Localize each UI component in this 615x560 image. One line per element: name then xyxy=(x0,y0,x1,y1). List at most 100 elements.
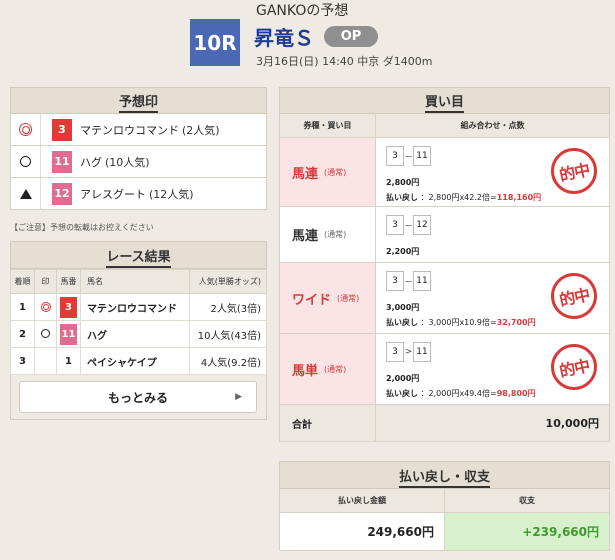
race-header: GANKOの予想 10R 昇竜Ｓ OP 3月16日(日) 14:40 中京 ダ1… xyxy=(0,0,615,80)
combo-first: 3 xyxy=(386,215,404,235)
bet-type: 馬連 xyxy=(292,229,319,244)
combo-first: 3 xyxy=(386,342,404,362)
total-label: 合計 xyxy=(280,405,376,441)
combo-second: 11 xyxy=(413,271,431,291)
horse-popularity: (10人気) xyxy=(105,155,150,169)
combo-separator: > xyxy=(404,347,413,357)
payout-calc: ：3,000円x10.9倍= xyxy=(420,318,497,327)
see-more-button[interactable]: もっとみる ▶ xyxy=(19,381,257,413)
marks-title: 予想印 xyxy=(118,91,159,113)
race-number-badge: 10R xyxy=(190,19,240,66)
payback-values: 249,660円 +239,660円 xyxy=(279,513,610,551)
bet-method: (通常) xyxy=(337,293,360,303)
horse-number-badge: 11 xyxy=(52,150,72,173)
horse-name: マテンロウコマンド xyxy=(80,123,179,137)
payback-title: 払い戻し・収支 xyxy=(398,466,491,488)
stake-amount: 2,200円 xyxy=(386,247,420,256)
panel-header: 払い戻し・収支 xyxy=(279,461,610,489)
combo-second: 12 xyxy=(413,215,431,235)
race-name: 昇竜Ｓ xyxy=(254,26,314,50)
col-bet-type: 券種・買い目 xyxy=(280,114,376,137)
bet-type: 馬単 xyxy=(292,363,319,379)
mark-row: 11 ハグ (10人気) xyxy=(10,146,267,178)
combo-first: 3 xyxy=(386,146,404,166)
payout-label: 払い戻し xyxy=(386,318,418,327)
bet-type: ワイド xyxy=(292,292,332,308)
payout-label: 払い戻し xyxy=(386,193,418,202)
hit-stamp-text: 的中 xyxy=(557,356,591,381)
circle-icon xyxy=(20,156,31,167)
bet-row: ワイド (通常) 3 － 11 3,000円 払い戻し ：3,000円x10.9倍… xyxy=(279,263,610,334)
horse-number-badge: 1 xyxy=(65,355,72,367)
payout-amount: 249,660円 xyxy=(280,513,445,550)
payout-result: 32,700円 xyxy=(496,318,536,327)
hit-stamp: 的中 xyxy=(551,273,597,319)
rank-cell: 2 xyxy=(10,320,35,348)
horse-name: ハグ xyxy=(80,155,102,169)
bet-method: (通常) xyxy=(324,167,347,177)
bet-row: 馬連 (通常) 3 － 11 2,800円 払い戻し ：2,800円x42.2倍=… xyxy=(279,138,610,207)
combo-first: 3 xyxy=(386,271,404,291)
bet-row: 馬連 (通常) 3 － 12 2,200円 xyxy=(279,207,610,263)
reprint-notice: 【ご注意】予想の転載はお控えください xyxy=(10,223,154,232)
rank-cell: 1 xyxy=(10,293,35,321)
double-circle-icon xyxy=(19,123,32,136)
circle-icon xyxy=(41,329,50,338)
rank-cell: 3 xyxy=(10,347,35,375)
popularity-cell: 2人気(3倍) xyxy=(188,293,267,321)
total-value: 10,000円 xyxy=(376,405,609,441)
bet-type: 馬連 xyxy=(292,166,319,182)
mark-row: 3 マテンロウコマンド (2人気) xyxy=(10,114,267,146)
col-name: 馬名 xyxy=(80,269,190,294)
col-mark: 印 xyxy=(34,269,57,294)
bets-subheader: 券種・買い目 組み合わせ・点数 xyxy=(279,114,610,138)
popularity-cell: 4人気(9.2倍) xyxy=(188,347,267,375)
bets-panel: 買い目 券種・買い目 組み合わせ・点数 馬連 (通常) 3 － 11 2,800円… xyxy=(279,87,610,442)
panel-header: 予想印 xyxy=(10,87,267,114)
horse-number-badge: 11 xyxy=(60,323,77,345)
combination: 3 － 12 xyxy=(386,215,609,235)
see-more-label: もっとみる xyxy=(107,390,168,405)
payout-result: 98,800円 xyxy=(496,389,536,398)
triangle-icon xyxy=(19,188,32,199)
col-payout-amount: 払い戻し金額 xyxy=(280,489,445,512)
race-info: 3月16日(日) 14:40 中京 ダ1400m xyxy=(256,55,433,68)
double-circle-icon xyxy=(40,301,51,312)
bets-title: 買い目 xyxy=(424,91,465,113)
horse-name-cell: ハグ xyxy=(80,320,190,348)
combo-second: 11 xyxy=(413,146,431,166)
horse-name: アレスグート xyxy=(80,187,146,201)
mark-cell xyxy=(34,347,57,375)
col-rank: 着順 xyxy=(10,269,35,294)
payout-result: 118,160円 xyxy=(496,193,542,202)
bet-method: (通常) xyxy=(324,230,347,239)
panel-header: 買い目 xyxy=(279,87,610,114)
prediction-marks-panel: 予想印 3 マテンロウコマンド (2人気) 11 ハグ (10人気) 12 アレ… xyxy=(10,87,267,210)
payout-label: 払い戻し xyxy=(386,389,418,398)
horse-popularity: (2人気) xyxy=(182,123,220,137)
combo-separator: － xyxy=(404,277,414,288)
hit-stamp-text: 的中 xyxy=(557,160,591,185)
grade-badge: OP xyxy=(324,26,378,47)
balance-value: +239,660円 xyxy=(445,513,609,550)
chevron-right-icon: ▶ xyxy=(235,392,242,402)
bet-row: 馬単 (通常) 3 > 11 2,000円 払い戻し ：2,000円x49.4倍=… xyxy=(279,334,610,405)
horse-popularity: (12人気) xyxy=(149,187,194,201)
horse-name-cell: マテンロウコマンド xyxy=(80,293,190,321)
table-row: 1 3 マテンロウコマンド 2人気(3倍) xyxy=(10,293,267,321)
predictor-title: GANKOの予想 xyxy=(256,3,349,19)
col-balance: 収支 xyxy=(519,496,535,505)
payout-calc: ：2,800円x42.2倍= xyxy=(420,193,497,202)
table-row: 3 1 ペイシャケイプ 4人気(9.2倍) xyxy=(10,347,267,375)
horse-number-badge: 3 xyxy=(60,296,77,318)
payback-subheader: 払い戻し金額 収支 xyxy=(279,489,610,513)
payback-panel: 払い戻し・収支 払い戻し金額 収支 249,660円 +239,660円 xyxy=(279,461,610,551)
hit-stamp: 的中 xyxy=(551,344,597,390)
horse-number-badge: 3 xyxy=(52,118,72,141)
popularity-cell: 10人気(43倍) xyxy=(188,320,267,348)
hit-stamp-text: 的中 xyxy=(557,285,591,310)
race-results-panel: レース結果 着順 印 馬番 馬名 人気(単勝オッズ) 1 3 マテンロウコマンド… xyxy=(10,241,267,420)
bet-method: (通常) xyxy=(324,364,347,374)
total-row: 合計 10,000円 xyxy=(279,405,610,442)
payout-calc: ：2,000円x49.4倍= xyxy=(420,389,497,398)
